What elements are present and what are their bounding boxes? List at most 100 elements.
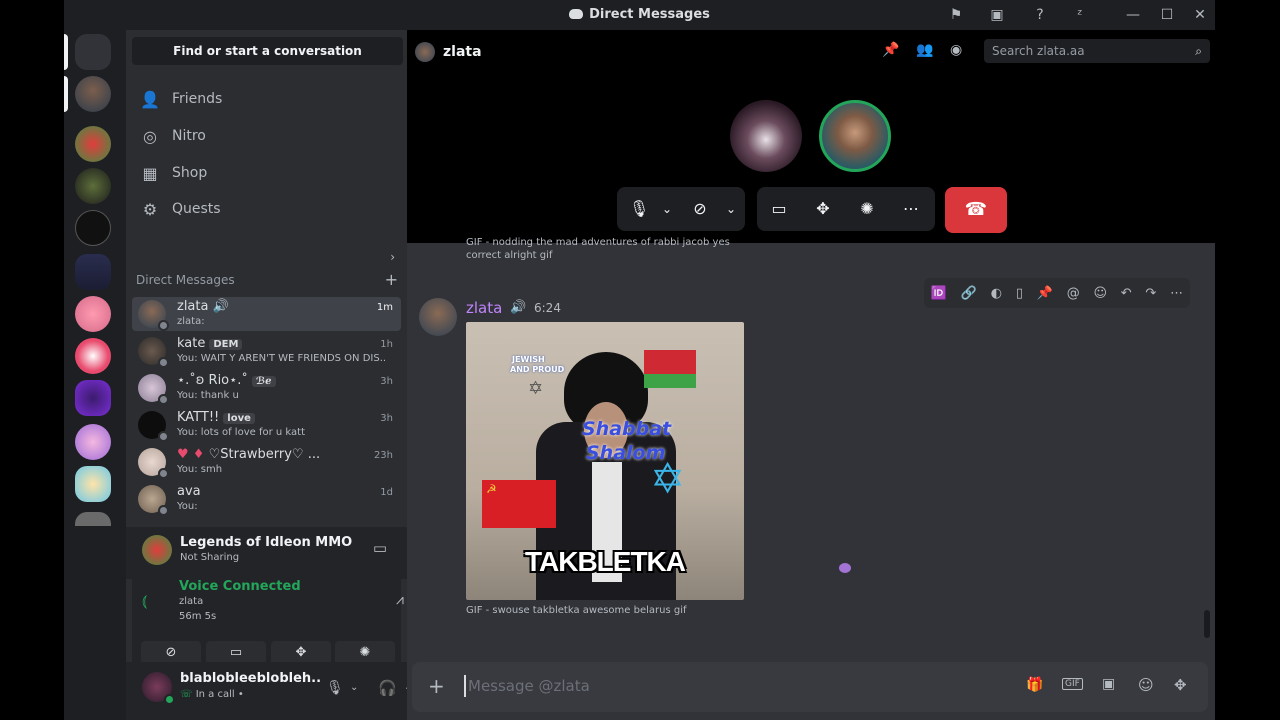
camera-off-icon[interactable]: ⊘ (689, 187, 711, 231)
nav-friends[interactable]: 👤 Friends (134, 82, 399, 116)
mic-icon[interactable]: 🎙 (326, 680, 344, 696)
user-profile-icon[interactable]: ◉ (950, 42, 962, 58)
more-icon[interactable]: ⋯ (1170, 286, 1183, 301)
dm-name-text: kate (177, 336, 206, 351)
status-indicator (158, 505, 169, 516)
nav-shop[interactable]: ▦ Shop (134, 156, 399, 190)
apps-icon[interactable]: ✥ (1174, 676, 1187, 694)
more-icon[interactable]: ⋯ (899, 187, 923, 231)
server-icon-5[interactable] (75, 296, 111, 332)
attach-plus-icon[interactable]: + (428, 674, 445, 698)
inbox-icon[interactable]: ▣ (988, 6, 1006, 24)
quests-icon: ⚙ (142, 199, 158, 219)
gift-icon[interactable]: 🎁 (1026, 677, 1043, 693)
voice-status[interactable]: Voice Connected (179, 579, 301, 594)
discord-home-icon[interactable] (75, 34, 111, 70)
dm-header-label: Direct Messages (136, 273, 235, 287)
username[interactable]: blablobleeblobleh... (180, 671, 320, 686)
chevron-down-icon[interactable]: ⌄ (350, 682, 358, 693)
nav-label: Friends (172, 91, 223, 107)
flag-icon[interactable]: ⚑ (947, 6, 965, 24)
close-icon[interactable]: ✕ (1191, 6, 1209, 24)
mention-icon[interactable]: @ (1067, 286, 1080, 301)
server-icon-socialize[interactable] (75, 254, 111, 290)
maximize-icon[interactable]: ☐ (1158, 6, 1176, 24)
server-icon-6[interactable] (75, 338, 111, 374)
activities-icon[interactable]: ✥ (811, 187, 835, 231)
server-icon-3[interactable] (75, 210, 111, 246)
composer-placeholder[interactable]: Message @zlata (468, 677, 590, 695)
server-icon-8[interactable] (75, 424, 111, 460)
soundboard-icon[interactable]: ✺ (855, 187, 879, 231)
dm-item-katt[interactable]: KATT!! love You: lots of love for u katt … (132, 408, 401, 442)
dm-item-zlata[interactable]: zlata 🔊 zlata: 1m (132, 297, 401, 331)
message-composer[interactable]: + Message @zlata 🎁 GIF ▣ ☺ ✥ (412, 662, 1208, 712)
message-author[interactable]: zlata (466, 299, 502, 317)
call-actions: ▭ ✥ ✺ ⋯ (757, 187, 935, 231)
active-indicator (64, 76, 68, 112)
dm-item-rio[interactable]: ⋆.˚ʚ Rio⋆.˚ ℬℯ You: thank u 3h (132, 371, 401, 405)
emoji-icon[interactable]: ☺ (1138, 676, 1154, 694)
dm-item-kate[interactable]: kate DEM You: WAIT Y AREN'T WE FRIENDS ON… (132, 334, 401, 368)
screen-share-icon[interactable]: ▭ (373, 539, 387, 557)
chevron-down-icon[interactable]: ⌄ (657, 187, 677, 231)
link-icon[interactable]: 🔗 (961, 286, 977, 301)
noise-suppression-icon[interactable]: ⩘ (396, 592, 404, 608)
voice-channel[interactable]: zlata (179, 596, 203, 607)
minimize-icon[interactable]: — (1124, 6, 1142, 24)
channel-header: zlata (415, 42, 482, 62)
id-icon[interactable]: 🆔 (931, 286, 947, 301)
chevron-right-icon[interactable]: › (390, 250, 395, 264)
gif-icon[interactable]: GIF (1062, 678, 1083, 690)
message-list: GIF - nodding the mad adventures of rabb… (407, 237, 1215, 653)
signal-icon[interactable]: ⦅ (142, 591, 147, 611)
user-avatar-server[interactable] (75, 76, 111, 112)
help-icon[interactable]: ? (1031, 6, 1049, 24)
dm-name: ava (177, 484, 201, 499)
gif-embed[interactable]: ☭ JEWISH AND PROUD ✡ Shabbat Shalom ✡ TA… (466, 322, 744, 600)
gif-caption: GIF - swouse takbletka awesome belarus g… (466, 605, 687, 616)
participant-avatar-zlata[interactable] (730, 100, 802, 172)
sticker-icon[interactable]: ▣ (1102, 676, 1115, 692)
pin-icon[interactable]: 📌 (882, 42, 899, 58)
search-input[interactable]: Search zlata.aa ⌕ (984, 39, 1210, 63)
create-dm-icon[interactable]: + (385, 270, 398, 289)
dm-time: 3h (380, 376, 393, 387)
server-rail (64, 30, 126, 720)
bookmark-icon[interactable]: ▯ (1016, 286, 1023, 301)
disconnect-button[interactable]: ☎ (945, 187, 1007, 233)
nav-quests[interactable]: ⚙ Quests (134, 192, 399, 226)
server-icon-idleon[interactable] (75, 126, 111, 162)
dm-item-strawberry[interactable]: ♥ ♦ ♡Strawberry♡ ... You: smh 23h (132, 445, 401, 479)
forward-icon[interactable]: ↷ (1145, 286, 1156, 301)
thread-icon[interactable]: ◐ (991, 286, 1002, 301)
voice-duration: 56m 5s (179, 611, 217, 622)
server-icon-10[interactable] (75, 512, 111, 526)
add-friends-icon[interactable]: 👥 (916, 42, 933, 58)
screen-share-icon[interactable]: ▭ (767, 187, 791, 231)
nav-nitro[interactable]: ◎ Nitro (134, 119, 399, 153)
mic-icon[interactable]: 🎙 (629, 187, 649, 231)
dm-time: 1d (380, 487, 393, 498)
status-indicator (158, 431, 169, 442)
dm-item-ava[interactable]: ava You: 1d (132, 482, 401, 516)
reply-icon[interactable]: ↶ (1121, 286, 1132, 301)
activity-sub: Not Sharing (180, 552, 240, 563)
heart-icon: ♥ ♦ (177, 447, 209, 462)
headphones-icon[interactable]: 🎧 (378, 679, 397, 697)
emoji-icon[interactable]: ☺ (1093, 286, 1107, 301)
game-icon (142, 535, 172, 565)
participant-avatar-self[interactable] (819, 100, 891, 172)
message-avatar[interactable] (419, 298, 457, 336)
status-indicator (158, 468, 169, 479)
pin-icon[interactable]: 📌 (1037, 286, 1053, 301)
server-icon-9[interactable] (75, 466, 111, 502)
scrollbar[interactable] (1204, 610, 1210, 638)
server-icon-2[interactable] (75, 168, 111, 204)
find-conversation-button[interactable]: Find or start a conversation (132, 37, 403, 65)
text-cursor (464, 675, 466, 697)
dm-time: 1m (376, 302, 393, 313)
sleep-icon[interactable]: ᶻ (1071, 6, 1089, 24)
server-icon-7[interactable] (75, 380, 111, 416)
chevron-down-icon[interactable]: ⌄ (721, 187, 741, 231)
